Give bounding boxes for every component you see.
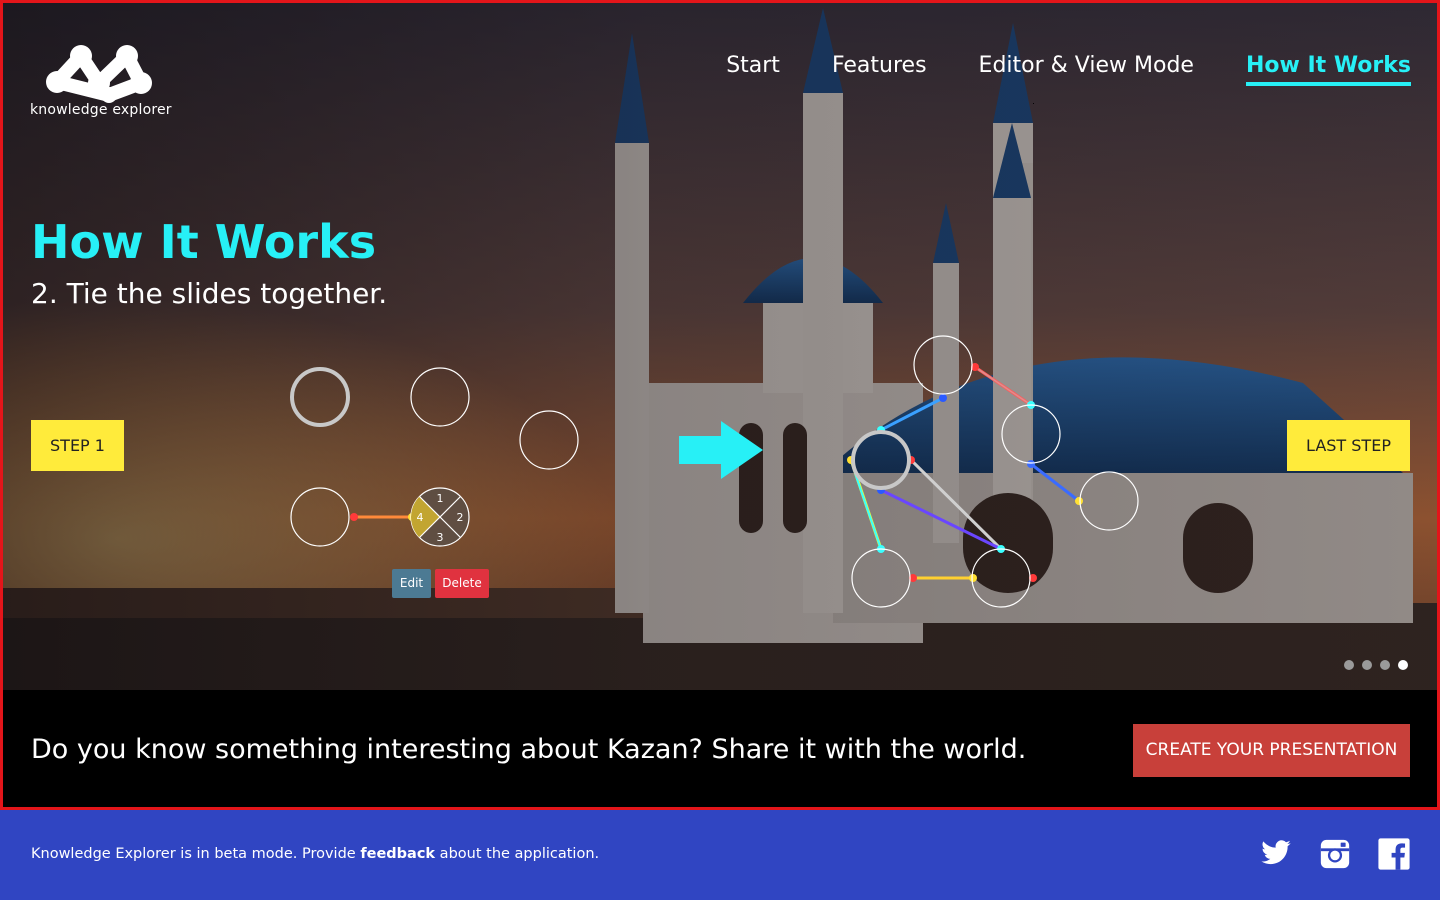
slide-node bbox=[971, 548, 1031, 608]
nav-start[interactable]: Start bbox=[726, 53, 780, 86]
edit-button[interactable]: Edit bbox=[392, 569, 431, 598]
prev-step-button[interactable]: STEP 1 bbox=[31, 420, 124, 471]
facebook-icon[interactable] bbox=[1377, 837, 1411, 871]
carousel-dot[interactable] bbox=[1362, 660, 1372, 670]
carousel-dot-active[interactable] bbox=[1398, 660, 1408, 670]
node-context-menu: 1 2 3 4 bbox=[410, 487, 470, 547]
slide-node bbox=[410, 367, 470, 427]
menu-segment-2: 2 bbox=[457, 511, 464, 524]
cta-text: Do you know something interesting about … bbox=[31, 734, 1027, 765]
delete-button[interactable]: Delete bbox=[435, 569, 489, 598]
slide-node bbox=[290, 487, 350, 547]
logo-text[interactable]: knowledge explorer bbox=[30, 102, 172, 118]
hero-slide: 1 2 3 4 knowledge explorer Start Feature… bbox=[3, 3, 1437, 690]
carousel-dot[interactable] bbox=[1380, 660, 1390, 670]
slide-node bbox=[519, 410, 579, 470]
arrow-right-icon bbox=[679, 421, 763, 479]
slide-node bbox=[913, 335, 973, 395]
carousel-dots bbox=[1344, 660, 1408, 670]
slide-node bbox=[290, 367, 350, 427]
feedback-link[interactable]: feedback bbox=[360, 846, 435, 862]
slide-node bbox=[1079, 471, 1139, 531]
cta-bar: Do you know something interesting about … bbox=[3, 690, 1437, 807]
footer-text: Knowledge Explorer is in beta mode. Prov… bbox=[31, 846, 599, 862]
main-nav: Start Features Editor & View Mode How It… bbox=[726, 53, 1411, 86]
menu-segment-4: 4 bbox=[417, 511, 424, 524]
instagram-icon[interactable] bbox=[1318, 837, 1352, 871]
create-presentation-button[interactable]: CREATE YOUR PRESENTATION bbox=[1133, 724, 1410, 777]
slide-subtitle: 2. Tie the slides together. bbox=[31, 277, 388, 310]
nav-how-it-works[interactable]: How It Works bbox=[1245, 53, 1411, 86]
footer: Knowledge Explorer is in beta mode. Prov… bbox=[0, 810, 1440, 900]
menu-segment-3: 3 bbox=[437, 531, 444, 544]
footer-text-after: about the application. bbox=[435, 846, 600, 862]
nav-editor-view-mode[interactable]: Editor & View Mode bbox=[979, 53, 1194, 86]
menu-segment-1: 1 bbox=[437, 492, 444, 505]
nav-features[interactable]: Features bbox=[832, 53, 927, 86]
page-title: How It Works bbox=[31, 215, 377, 269]
slide-node bbox=[851, 430, 911, 490]
carousel-dot[interactable] bbox=[1344, 660, 1354, 670]
twitter-icon[interactable] bbox=[1258, 837, 1294, 869]
slides-diagram: 1 2 3 4 bbox=[290, 335, 1139, 608]
slide-node bbox=[851, 548, 911, 608]
slide-node bbox=[1001, 404, 1061, 464]
page-frame: 1 2 3 4 knowledge explorer Start Feature… bbox=[0, 0, 1440, 810]
footer-text-before: Knowledge Explorer is in beta mode. Prov… bbox=[31, 846, 361, 862]
next-step-button[interactable]: LAST STEP bbox=[1287, 420, 1410, 471]
